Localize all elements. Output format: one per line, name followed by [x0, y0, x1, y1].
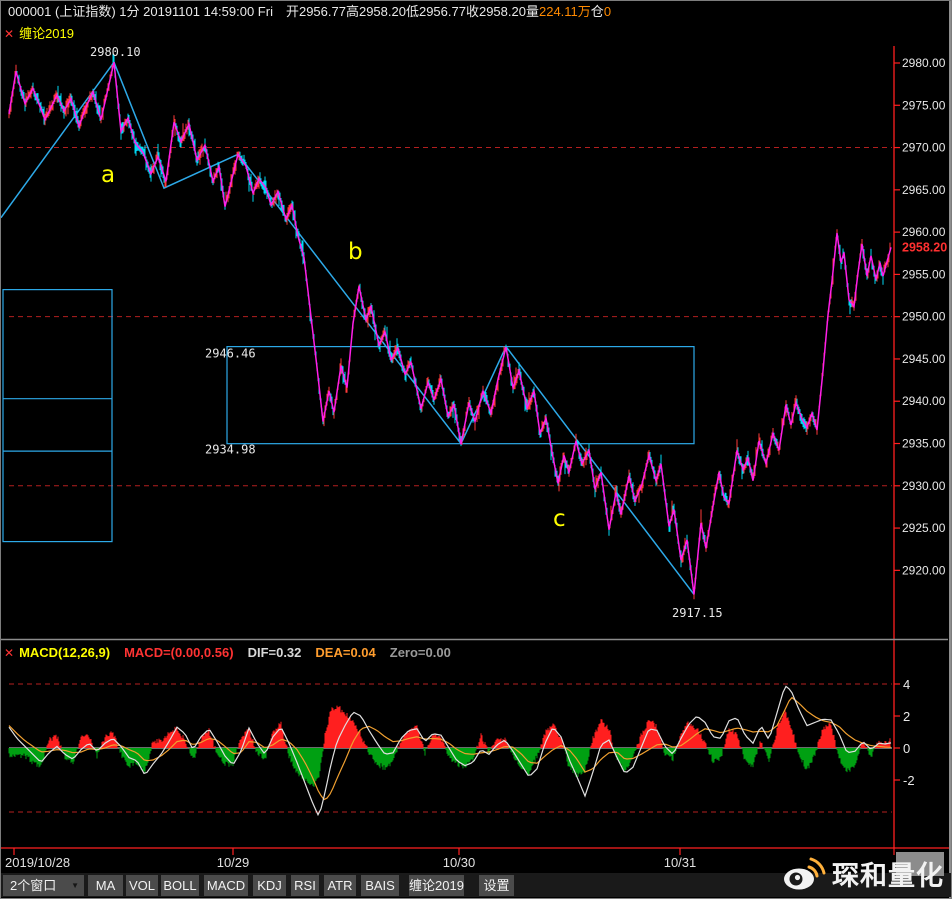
svg-text:2965.00: 2965.00: [902, 183, 946, 197]
window-count-label: 2个窗口: [10, 878, 57, 893]
macd-params: MACD(12,26,9): [19, 645, 111, 660]
svg-text:2955.00: 2955.00: [902, 267, 946, 281]
svg-text:0: 0: [903, 741, 910, 756]
macd-header: ✕ MACD(12,26,9) MACD=(0.00,0.56) DIF=0.32 DE…: [1, 641, 951, 664]
svg-text:2917.15: 2917.15: [672, 606, 723, 620]
chevron-down-icon: ▼: [71, 881, 79, 890]
svg-text:2934.98: 2934.98: [205, 443, 256, 457]
svg-text:10/29: 10/29: [217, 855, 250, 870]
title-segment-3: 低2956.77: [405, 4, 466, 19]
svg-text:2975.00: 2975.00: [902, 98, 946, 112]
svg-text:2019/10/28: 2019/10/28: [5, 855, 70, 870]
toolbar-button-设置[interactable]: 设置: [479, 875, 514, 896]
dea-value: DEA=0.04: [315, 645, 376, 660]
svg-text:a: a: [101, 162, 115, 188]
svg-text:2960.00: 2960.00: [902, 225, 946, 239]
close-icon[interactable]: ✕: [4, 27, 14, 41]
title-segment-2: 高2958.20: [345, 4, 406, 19]
title-segment-5: 量: [525, 4, 539, 19]
candles-down: [16, 53, 884, 591]
macd-value: MACD=(0.00,0.56): [124, 645, 234, 660]
overlay-indicator-row: ✕ 缠论2019: [1, 23, 951, 45]
title-segment-7: 仓: [590, 4, 604, 19]
svg-text:2930.00: 2930.00: [902, 479, 946, 493]
toolbar-button-ATR[interactable]: ATR: [324, 875, 356, 896]
svg-text:c: c: [553, 506, 566, 532]
dif-value: DIF=0.32: [247, 645, 302, 660]
svg-text:2925.00: 2925.00: [902, 521, 946, 535]
candles-up: [8, 64, 891, 600]
svg-text:2920.00: 2920.00: [902, 563, 946, 577]
window-count-dropdown[interactable]: 2个窗口 ▼: [3, 875, 84, 896]
segment-line: [1, 60, 695, 595]
dea-line: [8, 696, 892, 801]
svg-text:2946.46: 2946.46: [205, 347, 256, 361]
title-segment-6: 224.11万: [538, 4, 591, 19]
central-zone-box: [226, 346, 695, 445]
toolbar-button-BAIS[interactable]: BAIS: [361, 875, 399, 896]
svg-text:2: 2: [903, 709, 910, 724]
svg-text:2940.00: 2940.00: [902, 394, 946, 408]
dif-line: [8, 685, 892, 817]
title-segment-4: 收2958.20: [465, 4, 526, 19]
svg-text:2950.00: 2950.00: [902, 310, 946, 324]
toolbar-button-KDJ[interactable]: KDJ: [253, 875, 286, 896]
svg-text:2980.00: 2980.00: [902, 56, 946, 70]
weibo-eye-icon: [784, 857, 826, 889]
svg-text:2935.00: 2935.00: [902, 437, 946, 451]
chart-window: 2946.46 2934.98 2980.10 2917.15 a b c 2980.00 29…: [0, 0, 952, 899]
svg-text:10/30: 10/30: [443, 855, 476, 870]
svg-text:2970.00: 2970.00: [902, 141, 946, 155]
svg-text:4: 4: [903, 677, 910, 692]
overlay-indicator-label: 缠论2019: [19, 26, 74, 41]
watermark-text: 琛和量化: [832, 861, 944, 891]
pen-line: [8, 62, 892, 595]
title-segment-8: 0: [603, 4, 612, 19]
svg-text:2980.10: 2980.10: [90, 45, 141, 59]
toolbar-button-VOL[interactable]: VOL: [126, 875, 158, 896]
close-icon[interactable]: ✕: [4, 646, 14, 660]
svg-text:b: b: [348, 239, 363, 265]
watermark: 琛和量化: [780, 854, 944, 893]
title-bar: 000001 (上证指数) 1分 20191101 14:59:00 Fri 开…: [1, 1, 951, 23]
zero-value: Zero=0.00: [389, 645, 451, 660]
svg-text:10/31: 10/31: [664, 855, 697, 870]
toolbar-button-MA[interactable]: MA: [88, 875, 123, 896]
svg-text:2958.20: 2958.20: [902, 240, 947, 254]
toolbar-button-BOLL[interactable]: BOLL: [161, 875, 199, 896]
left-pivot-box: [2, 289, 113, 543]
svg-text:-2: -2: [903, 773, 915, 788]
toolbar-button-MACD[interactable]: MACD: [204, 875, 248, 896]
toolbar-button-缠论2019[interactable]: 缠论2019: [409, 875, 464, 896]
chart-canvas: 2946.46 2934.98 2980.10 2917.15 a b c 2980.00 29…: [1, 1, 951, 898]
title-segment-1: 开2956.77: [285, 4, 346, 19]
toolbar-button-RSI[interactable]: RSI: [291, 875, 319, 896]
svg-text:2945.00: 2945.00: [902, 352, 946, 366]
macd-histogram-positive: [46, 705, 891, 748]
macd-histogram-negative: [8, 748, 875, 787]
title-segment-0: 000001 (上证指数) 1分 20191101 14:59:00 Fri: [8, 4, 286, 19]
